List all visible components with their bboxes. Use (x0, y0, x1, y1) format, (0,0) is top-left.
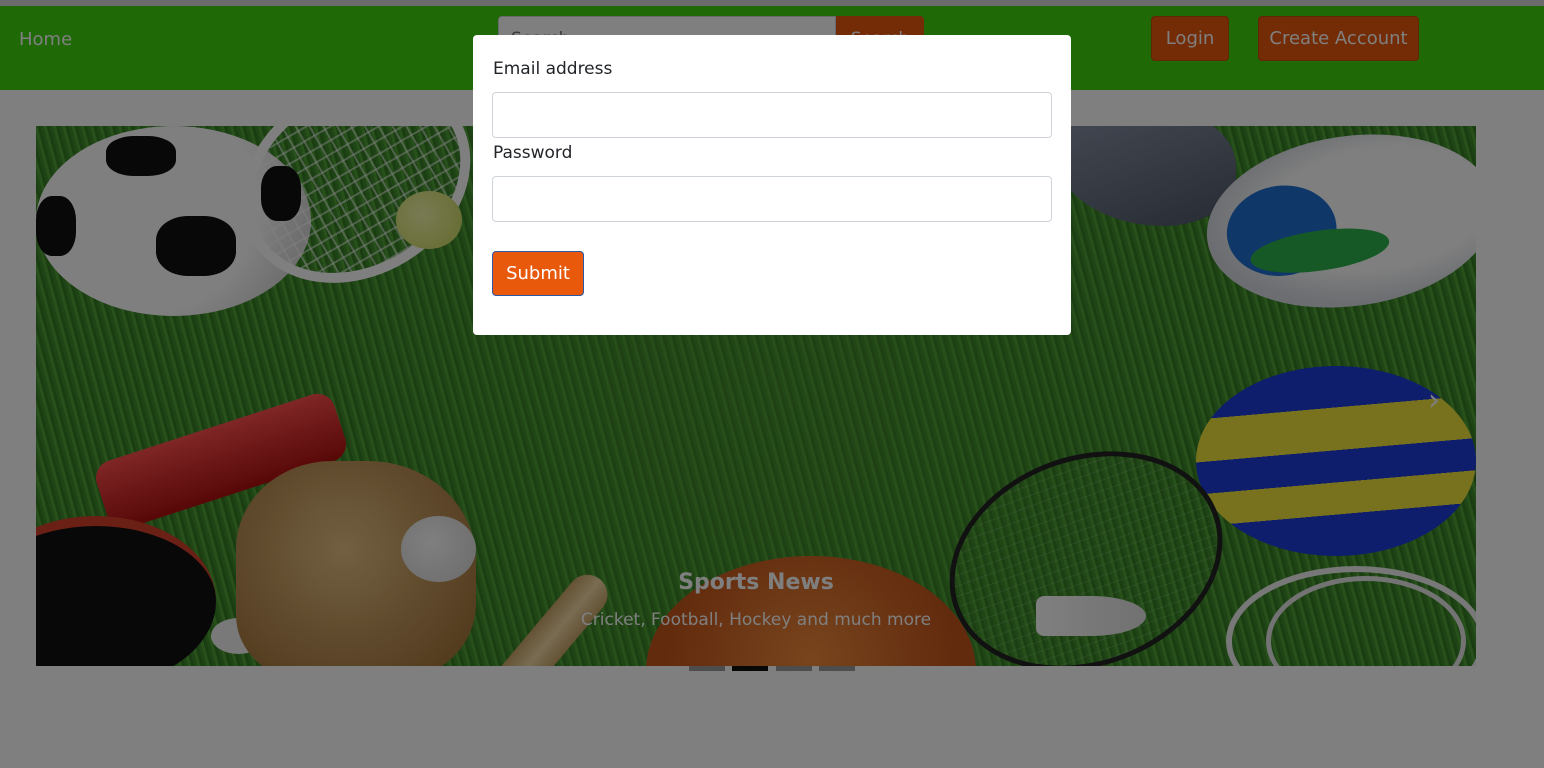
submit-button[interactable]: Submit (492, 251, 584, 296)
password-field[interactable] (492, 176, 1052, 222)
password-label: Password (493, 143, 573, 163)
email-field[interactable] (492, 92, 1052, 138)
email-label: Email address (493, 59, 613, 79)
login-modal: Email address Password Submit (473, 35, 1071, 335)
page: Home Search Login Create Account S (0, 0, 1544, 768)
